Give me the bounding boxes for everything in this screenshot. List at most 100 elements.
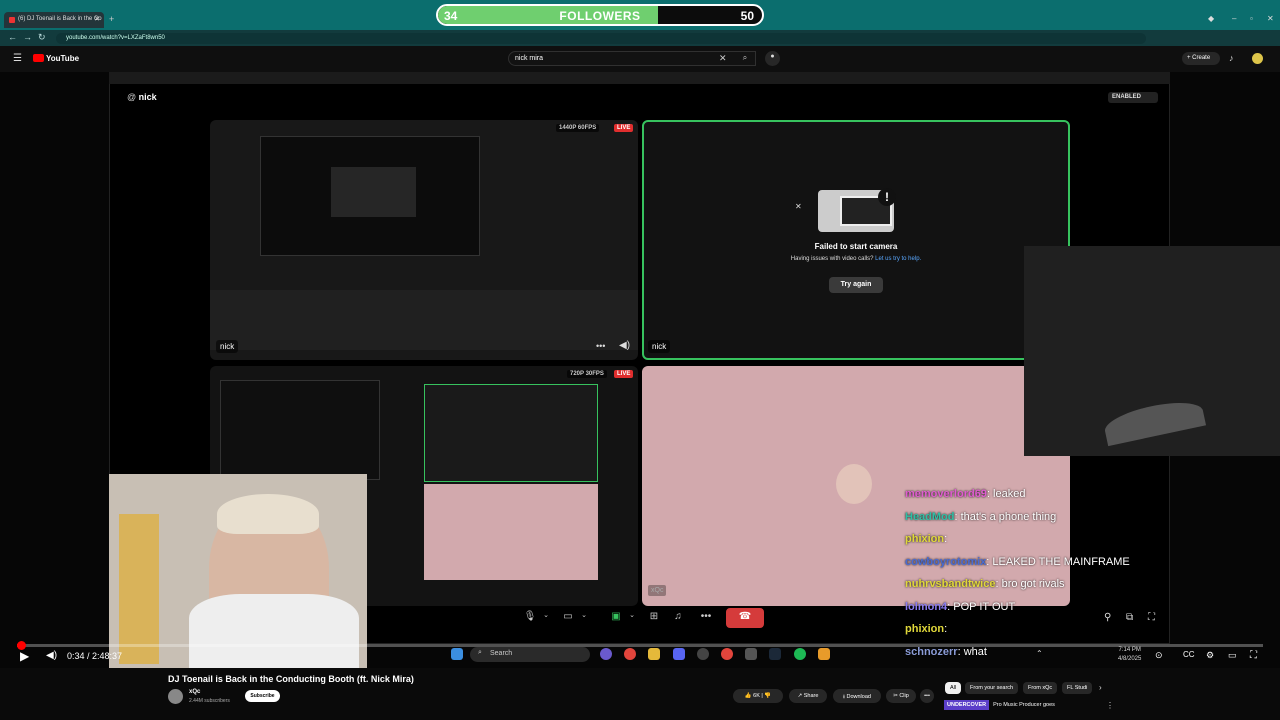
forward-icon[interactable]: →	[23, 32, 32, 42]
progress-bar[interactable]	[17, 644, 1263, 647]
like-button[interactable]: 👍 6K | 👎	[733, 689, 783, 703]
menu-icon[interactable]: ☰	[13, 53, 22, 64]
back-icon[interactable]: ←	[8, 32, 17, 42]
clip-label: Clip	[899, 693, 909, 699]
chip-from-xqc[interactable]: From xQc	[1023, 682, 1058, 694]
enabled-badge: ENABLED	[1108, 92, 1158, 103]
play-icon[interactable]: ▶	[20, 649, 29, 663]
room-camera-overlay	[1024, 246, 1280, 456]
autoplay-toggle[interactable]: ⊙	[1155, 650, 1163, 661]
close-window-icon[interactable]: ✕	[1267, 14, 1274, 23]
activities-icon[interactable]: ⊞	[644, 608, 664, 628]
clock-time: 7:14 PM	[1118, 647, 1141, 653]
url-field[interactable]: youtube.com/watch?v=LXZaFt8wn50	[56, 33, 1146, 44]
chat-message: phixion:	[905, 533, 1175, 556]
app-icon[interactable]	[697, 648, 709, 660]
chevron-up-icon[interactable]: ⌃	[1036, 649, 1043, 658]
clear-search-icon[interactable]: ✕	[719, 53, 727, 64]
camera-off-icon[interactable]: ▭	[558, 608, 578, 628]
chip-fl-studio[interactable]: FL Studi	[1062, 682, 1093, 694]
windows-start-icon[interactable]	[451, 648, 463, 660]
folder-icon[interactable]	[648, 648, 660, 660]
screen-share-icon[interactable]: ▣	[606, 608, 626, 628]
chat-username: lolmon4	[905, 600, 948, 613]
end-call-button[interactable]: ☎	[726, 608, 764, 628]
chat-username: schnozerr	[905, 645, 958, 658]
minimize-icon[interactable]: –	[1232, 14, 1236, 23]
chat-username: memoverlord69	[905, 488, 987, 500]
channel-avatar[interactable]	[168, 689, 183, 704]
app-icon[interactable]	[745, 648, 757, 660]
more-options-icon[interactable]: •••	[596, 341, 605, 351]
share-label: Share	[803, 693, 819, 699]
fl-studio-icon[interactable]	[818, 648, 830, 660]
chat-text: :	[944, 533, 948, 545]
chip-all[interactable]: All	[945, 682, 962, 694]
more-actions-button[interactable]: •••	[920, 689, 934, 703]
microphone-icon[interactable]: ●	[765, 51, 780, 66]
time-display: 0:34 / 2:48:37	[67, 651, 123, 661]
app-icon[interactable]	[600, 648, 612, 660]
create-label: Create	[1192, 55, 1211, 61]
subscribe-button[interactable]: Subscribe	[245, 690, 280, 702]
discord-icon[interactable]	[673, 648, 685, 660]
try-again-button[interactable]: Try again	[829, 277, 883, 293]
fullscreen-icon[interactable]: ⛶	[1148, 612, 1155, 623]
download-button[interactable]: ⭳ Download	[833, 689, 881, 703]
face-image	[836, 464, 872, 504]
nested-camera-tile	[424, 384, 598, 482]
soundboard-icon[interactable]: ♫	[668, 608, 688, 628]
chat-username: phixion	[905, 623, 945, 635]
live-badge: LIVE	[614, 370, 634, 378]
share-button[interactable]: ↗ Share	[789, 689, 827, 703]
new-tab-icon[interactable]: +	[109, 14, 114, 24]
stream-tile-2[interactable]	[642, 120, 1070, 360]
nested-pink-tile	[424, 484, 598, 580]
help-link[interactable]: Let us try to help.	[875, 256, 921, 262]
more-vertical-icon[interactable]: ⋮	[1106, 701, 1114, 710]
channel-name[interactable]: xQc	[189, 689, 200, 695]
close-tab-icon[interactable]: ✕	[94, 15, 100, 23]
chevron-down-icon[interactable]: ⌄	[578, 608, 590, 628]
extension-icon[interactable]: ◆	[1208, 14, 1214, 23]
volume-icon[interactable]: ◀)	[619, 340, 630, 351]
taskbar-search[interactable]: Search	[470, 647, 590, 662]
theater-mode-icon[interactable]: ▭	[1228, 650, 1237, 661]
more-icon[interactable]: •••	[696, 608, 716, 628]
followers-goal: 50	[740, 9, 754, 23]
tile-username: nick	[216, 340, 239, 353]
search-icon[interactable]: ⌕	[736, 51, 754, 66]
chip-from-your-search[interactable]: From your search	[965, 682, 1019, 694]
chevron-right-icon[interactable]: ›	[1099, 683, 1102, 692]
captions-icon[interactable]: CC	[1183, 650, 1195, 659]
at-icon: @	[127, 92, 137, 102]
maximize-icon[interactable]: ▫	[1250, 14, 1253, 23]
browser-tab[interactable]: (6) DJ Toenail is Back in the Co ✕	[4, 12, 104, 28]
spotify-icon[interactable]	[794, 648, 806, 660]
popout-icon[interactable]: ⧉	[1126, 612, 1133, 623]
chat-text: : that's a phone thing	[954, 510, 1057, 523]
notifications-icon[interactable]: ♪	[1229, 53, 1234, 63]
chrome-icon[interactable]	[624, 648, 636, 660]
chevron-down-icon[interactable]: ⌄	[540, 608, 552, 628]
youtube-favicon-icon	[9, 17, 15, 23]
chevron-down-icon[interactable]: ⌄	[626, 608, 638, 628]
youtube-logo[interactable]: YouTube	[33, 54, 79, 63]
avatar[interactable]	[1252, 53, 1263, 64]
create-button[interactable]: + Create	[1182, 52, 1220, 65]
camera-error-icon: !	[818, 188, 896, 232]
steam-icon[interactable]	[769, 648, 781, 660]
chrome-icon[interactable]	[721, 648, 733, 660]
reload-icon[interactable]: ↻	[38, 32, 46, 43]
settings-icon[interactable]: ⚙	[1206, 650, 1214, 661]
volume-icon[interactable]: ◀)	[46, 650, 57, 661]
video-title: DJ Toenail is Back in the Conducting Boo…	[168, 674, 414, 684]
clip-button[interactable]: ✂ Clip	[886, 689, 916, 703]
chat-overlay: memoverlord69: leaked HeadMod: that's a p…	[905, 488, 1175, 668]
pin-icon[interactable]: ⚲	[1104, 612, 1111, 623]
fullscreen-icon[interactable]: ⛶	[1250, 650, 1257, 661]
chat-text: :	[944, 623, 948, 635]
recommended-video[interactable]: UNDERCOVER Pro Music Producer goes	[944, 700, 1114, 714]
stream-tile-1[interactable]	[210, 120, 638, 360]
microphone-icon[interactable]: 🎙	[520, 608, 540, 628]
